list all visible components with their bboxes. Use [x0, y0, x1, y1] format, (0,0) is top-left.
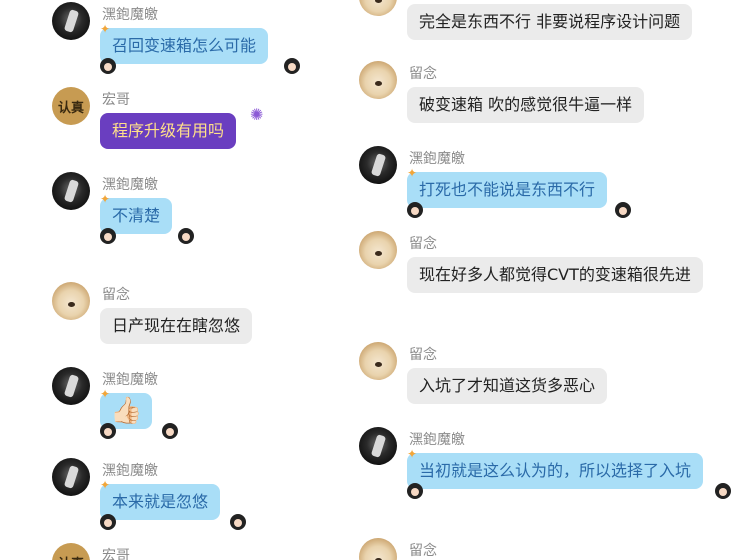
avatar[interactable] — [359, 538, 397, 560]
sender-name: 留念 — [409, 543, 437, 559]
sender-name: 留念 — [409, 347, 437, 363]
sparkle-icon: ✦ — [407, 166, 418, 180]
sender-name: 潶鉋魔皦 — [409, 151, 465, 167]
cartoon-decoration-icon — [100, 228, 116, 244]
avatar[interactable]: 认真 — [52, 543, 90, 560]
avatar[interactable] — [52, 458, 90, 496]
cartoon-decoration-icon — [715, 483, 731, 499]
thumbs-up-icon: 👍🏻 — [110, 396, 143, 426]
cartoon-decoration-icon — [100, 514, 116, 530]
message-bubble[interactable]: 现在好多人都觉得CVT的变速箱很先进 — [407, 257, 703, 293]
message-bubble[interactable]: 完全是东西不行 非要说程序设计问题 — [407, 4, 693, 40]
avatar[interactable] — [359, 427, 397, 465]
avatar[interactable] — [359, 342, 397, 380]
sparkle-icon: ✦ — [100, 22, 111, 36]
message-bubble[interactable]: 当初就是这么认为的，所以选择了入坑 — [407, 453, 704, 489]
message-text: 入坑了才知道这货多恶心 — [419, 376, 596, 395]
cartoon-decoration-icon — [615, 202, 631, 218]
chat-column-right: 完全是东西不行 非要说程序设计问题 留念 破变速箱 吹的感觉很牛逼一样 潶鉋魔皦… — [355, 0, 750, 560]
sender-name: 留念 — [409, 66, 437, 82]
message-text: 当初就是这么认为的，所以选择了入坑 — [419, 461, 692, 480]
avatar[interactable] — [52, 2, 90, 40]
cartoon-decoration-icon — [407, 202, 423, 218]
sender-name: 潶鉋魔皦 — [102, 463, 158, 479]
cartoon-decoration-icon — [407, 483, 423, 499]
cartoon-decoration-icon — [162, 423, 178, 439]
sender-name: 留念 — [102, 287, 130, 303]
cartoon-decoration-icon — [178, 228, 194, 244]
message-bubble[interactable]: 入坑了才知道这货多恶心 — [407, 368, 608, 404]
sparkle-icon: ✦ — [100, 387, 111, 401]
badge-text: 认真 — [58, 553, 84, 560]
sender-name: 宏哥 — [102, 548, 130, 560]
message-bubble[interactable]: 打死也不能说是东西不行 — [407, 172, 608, 208]
avatar[interactable] — [359, 61, 397, 99]
message-text: 不清楚 — [112, 206, 161, 225]
message-bubble[interactable]: 程序升级有用吗 — [100, 113, 237, 149]
message-text: 日产现在在瞎忽悠 — [112, 316, 241, 335]
sender-name: 留念 — [409, 236, 437, 252]
message-text: 本来就是忽悠 — [112, 492, 209, 511]
cartoon-decoration-icon — [230, 514, 246, 530]
message-bubble[interactable]: 召回变速箱怎么可能 — [100, 28, 269, 64]
cartoon-decoration-icon — [100, 423, 116, 439]
avatar[interactable] — [359, 146, 397, 184]
message-bubble[interactable]: 破变速箱 吹的感觉很牛逼一样 — [407, 87, 645, 123]
sparkle-icon: ✦ — [100, 192, 111, 206]
avatar[interactable]: 认真 — [52, 87, 90, 125]
message-text: 完全是东西不行 非要说程序设计问题 — [419, 12, 681, 31]
message-bubble[interactable]: 本来就是忽悠 — [100, 484, 221, 520]
chat-column-left: 潶鉋魔皦 召回变速箱怎么可能 ✦ 认真 宏哥 程序升级有用吗 ✺ 潶鉋魔皦 不清… — [0, 0, 375, 560]
message-bubble[interactable]: 日产现在在瞎忽悠 — [100, 308, 253, 344]
sparkle-icon: ✦ — [407, 447, 418, 461]
sender-name: 潶鉋魔皦 — [102, 372, 158, 388]
sender-name: 潶鉋魔皦 — [102, 177, 158, 193]
cartoon-decoration-icon — [100, 58, 116, 74]
sender-name: 潶鉋魔皦 — [409, 432, 465, 448]
flower-icon: ✺ — [250, 105, 264, 124]
avatar[interactable] — [52, 367, 90, 405]
avatar[interactable] — [359, 231, 397, 269]
message-text: 程序升级有用吗 — [112, 121, 225, 140]
message-text: 破变速箱 吹的感觉很牛逼一样 — [419, 95, 633, 114]
sender-name: 宏哥 — [102, 92, 130, 108]
avatar[interactable] — [52, 172, 90, 210]
message-text: 现在好多人都觉得CVT的变速箱很先进 — [419, 265, 691, 284]
sender-name: 潶鉋魔皦 — [102, 7, 158, 23]
sparkle-icon: ✦ — [100, 478, 111, 492]
message-text: 召回变速箱怎么可能 — [112, 36, 257, 55]
badge-text: 认真 — [57, 100, 84, 116]
avatar[interactable] — [52, 282, 90, 320]
avatar[interactable] — [359, 0, 397, 16]
message-text: 打死也不能说是东西不行 — [419, 180, 596, 199]
cartoon-decoration-icon — [284, 58, 300, 74]
